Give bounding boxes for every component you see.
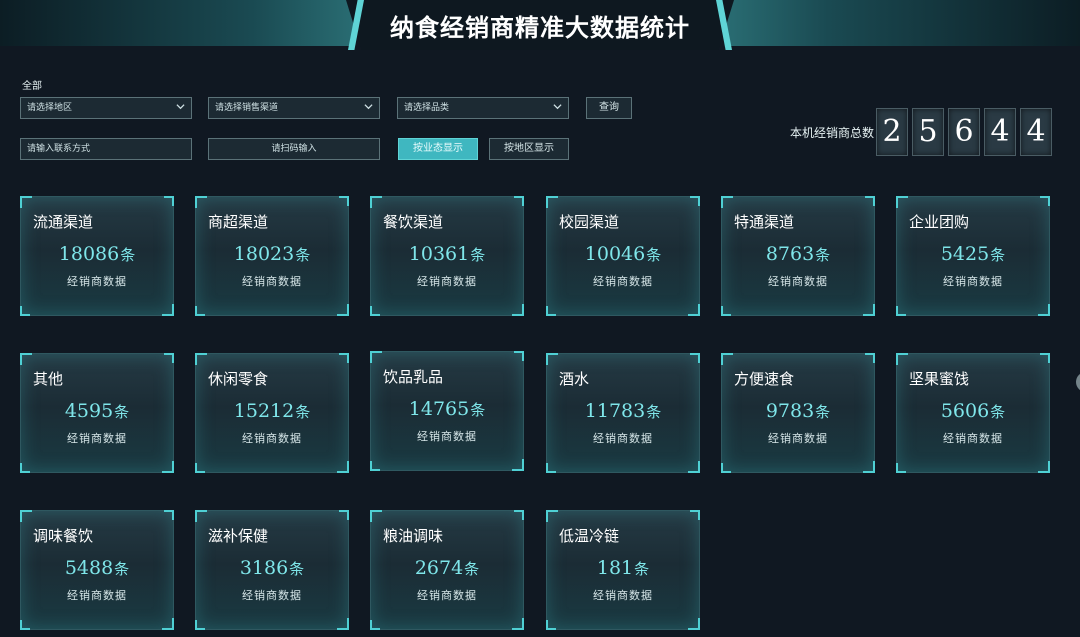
card-count: 5606条 <box>940 400 1006 422</box>
total-digit: 2 <box>876 108 908 156</box>
region-select-placeholder: 请选择地区 <box>27 103 73 113</box>
category-card[interactable]: 企业团购 5425条 经销商数据 <box>896 196 1050 316</box>
category-card[interactable]: 饮品乳品 14765条 经销商数据 <box>370 351 524 471</box>
card-count: 5488条 <box>64 557 130 579</box>
card-count: 9783条 <box>765 400 831 422</box>
card-title: 饮品乳品 <box>383 368 444 386</box>
card-count: 10361条 <box>408 243 486 265</box>
card-count: 18086条 <box>58 243 136 265</box>
card-subtitle: 经销商数据 <box>593 432 653 445</box>
chevron-down-icon <box>364 104 373 110</box>
card-subtitle: 经销商数据 <box>242 589 302 602</box>
category-select[interactable]: 请选择品类 <box>397 97 569 119</box>
page-header: 纳食经销商精准大数据统计 <box>0 0 1080 50</box>
card-subtitle: 经销商数据 <box>943 275 1003 288</box>
card-title: 方便速食 <box>734 370 795 388</box>
query-button[interactable]: 查询 <box>586 97 632 119</box>
card-subtitle: 经销商数据 <box>242 432 302 445</box>
category-card[interactable]: 流通渠道 18086条 经销商数据 <box>20 196 174 316</box>
category-card[interactable]: 低温冷链 181条 经销商数据 <box>546 510 700 630</box>
category-card[interactable]: 调味餐饮 5488条 经销商数据 <box>20 510 174 630</box>
card-subtitle: 经销商数据 <box>67 275 127 288</box>
contact-input-placeholder: 请输入联系方式 <box>27 144 91 154</box>
side-panel-handle[interactable] <box>1076 372 1080 392</box>
card-subtitle: 经销商数据 <box>67 432 127 445</box>
chevron-down-icon <box>553 104 562 110</box>
card-subtitle: 经销商数据 <box>417 589 477 602</box>
card-count: 10046条 <box>584 243 662 265</box>
card-subtitle: 经销商数据 <box>242 275 302 288</box>
category-card[interactable]: 校园渠道 10046条 经销商数据 <box>546 196 700 316</box>
card-title: 调味餐饮 <box>33 527 94 545</box>
region-select[interactable]: 请选择地区 <box>20 97 192 119</box>
category-card[interactable]: 餐饮渠道 10361条 经销商数据 <box>370 196 524 316</box>
channel-select[interactable]: 请选择销售渠道 <box>208 97 380 119</box>
card-title: 低温冷链 <box>559 527 620 545</box>
card-subtitle: 经销商数据 <box>67 589 127 602</box>
card-title: 特通渠道 <box>734 213 795 231</box>
card-subtitle: 经销商数据 <box>593 275 653 288</box>
category-card[interactable]: 商超渠道 18023条 经销商数据 <box>195 196 349 316</box>
card-count: 3186条 <box>239 557 305 579</box>
total-digit: 5 <box>912 108 944 156</box>
card-title: 企业团购 <box>909 213 970 231</box>
category-card[interactable]: 方便速食 9783条 经销商数据 <box>721 353 875 473</box>
card-title: 坚果蜜饯 <box>909 370 970 388</box>
total-digit: 4 <box>984 108 1016 156</box>
card-title: 商超渠道 <box>208 213 269 231</box>
category-select-placeholder: 请选择品类 <box>404 103 450 113</box>
category-card[interactable]: 粮油调味 2674条 经销商数据 <box>370 510 524 630</box>
category-card[interactable]: 休闲零食 15212条 经销商数据 <box>195 353 349 473</box>
contact-input[interactable]: 请输入联系方式 <box>20 138 192 160</box>
card-subtitle: 经销商数据 <box>943 432 1003 445</box>
card-title: 餐饮渠道 <box>383 213 444 231</box>
card-title: 休闲零食 <box>208 370 269 388</box>
channel-select-placeholder: 请选择销售渠道 <box>215 103 279 113</box>
scan-input-placeholder: 请扫码输入 <box>271 144 317 154</box>
card-subtitle: 经销商数据 <box>417 430 477 443</box>
total-digit: 4 <box>1020 108 1052 156</box>
total-dealers-label: 本机经销商总数 <box>790 126 875 140</box>
card-title: 流通渠道 <box>33 213 94 231</box>
card-count: 14765条 <box>408 398 486 420</box>
card-subtitle: 经销商数据 <box>768 432 828 445</box>
total-digit: 6 <box>948 108 980 156</box>
card-count: 11783条 <box>584 400 662 422</box>
card-title: 其他 <box>33 370 64 388</box>
category-card[interactable]: 坚果蜜饯 5606条 经销商数据 <box>896 353 1050 473</box>
chevron-down-icon <box>176 104 185 110</box>
card-count: 4595条 <box>64 400 130 422</box>
card-count: 18023条 <box>233 243 311 265</box>
filter-all-label: 全部 <box>22 81 42 92</box>
card-title: 滋补保健 <box>208 527 269 545</box>
header-right-band <box>720 0 1080 46</box>
category-card[interactable]: 其他 4595条 经销商数据 <box>20 353 174 473</box>
card-title: 酒水 <box>559 370 590 388</box>
card-count: 8763条 <box>765 243 831 265</box>
card-title: 粮油调味 <box>383 527 444 545</box>
card-subtitle: 经销商数据 <box>768 275 828 288</box>
header-left-band <box>0 0 360 46</box>
card-count: 5425条 <box>940 243 1006 265</box>
by-region-button[interactable]: 按地区显示 <box>489 138 569 160</box>
scan-input[interactable]: 请扫码输入 <box>208 138 380 160</box>
card-count: 15212条 <box>233 400 311 422</box>
card-subtitle: 经销商数据 <box>417 275 477 288</box>
card-count: 181条 <box>596 557 650 579</box>
card-subtitle: 经销商数据 <box>593 589 653 602</box>
category-card[interactable]: 特通渠道 8763条 经销商数据 <box>721 196 875 316</box>
page-title: 纳食经销商精准大数据统计 <box>390 14 690 42</box>
card-title: 校园渠道 <box>559 213 620 231</box>
category-card[interactable]: 滋补保健 3186条 经销商数据 <box>195 510 349 630</box>
by-business-button[interactable]: 按业态显示 <box>398 138 478 160</box>
category-card[interactable]: 酒水 11783条 经销商数据 <box>546 353 700 473</box>
card-count: 2674条 <box>414 557 480 579</box>
